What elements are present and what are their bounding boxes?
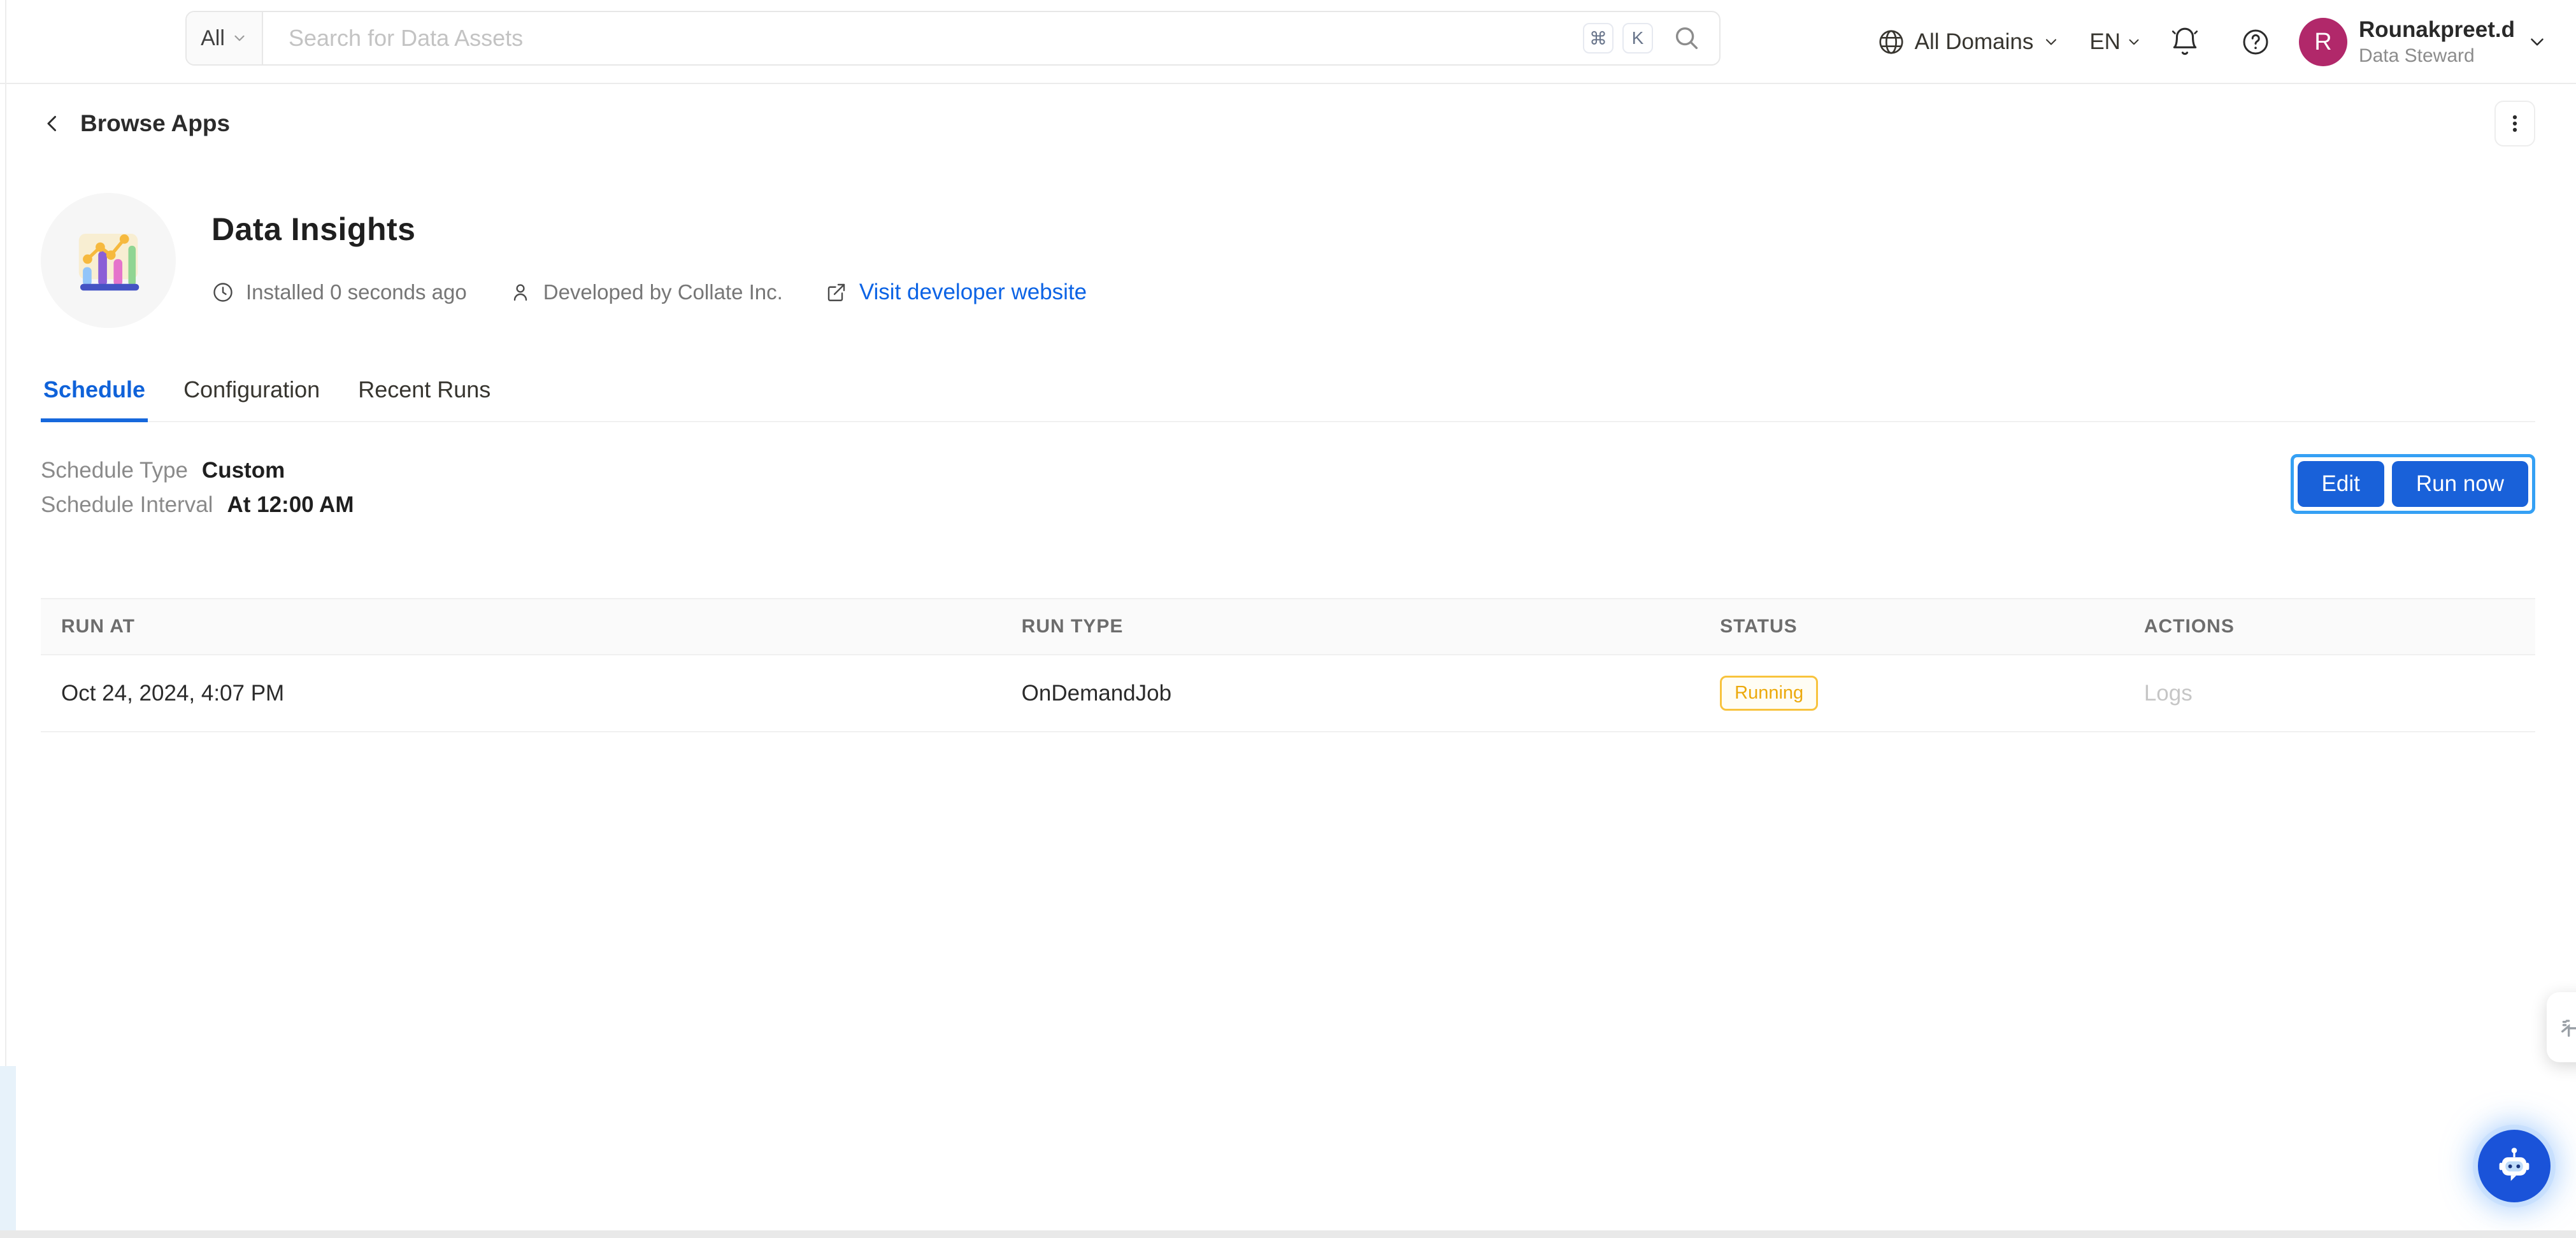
- developer-meta: Developed by Collate Inc.: [509, 280, 783, 304]
- page-title: Data Insights: [211, 211, 1087, 248]
- app-header: Data Insights Installed 0 seconds ago De…: [41, 193, 2535, 328]
- chat-bot-button[interactable]: [2478, 1130, 2551, 1202]
- header-actions: ACTIONS: [2124, 599, 2535, 655]
- cell-run-type: OnDemandJob: [1001, 655, 1699, 732]
- external-link-icon: [825, 281, 848, 304]
- avatar-initial: R: [2314, 29, 2331, 56]
- kebab-menu-icon: [2504, 113, 2526, 134]
- chart-app-icon: [68, 220, 148, 301]
- tab-recent-runs[interactable]: Recent Runs: [355, 367, 493, 422]
- table-row: Oct 24, 2024, 4:07 PM OnDemandJob Runnin…: [41, 655, 2535, 732]
- cmd-key-badge: ⌘: [1583, 23, 1614, 53]
- app-screen: All ⌘ K All Domains: [0, 0, 2576, 1238]
- tab-configuration[interactable]: Configuration: [181, 367, 322, 422]
- tab-bar: Schedule Configuration Recent Runs: [41, 367, 2535, 422]
- language-dropdown[interactable]: EN: [2089, 29, 2142, 55]
- cell-run-at: Oct 24, 2024, 4:07 PM: [41, 655, 1001, 732]
- schedule-interval-value: At 12:00 AM: [227, 492, 354, 518]
- edit-button[interactable]: Edit: [2298, 461, 2384, 507]
- helper-widget-icon: [2558, 1014, 2576, 1040]
- user-name: Rounakpreet.d: [2359, 17, 2515, 43]
- installed-meta: Installed 0 seconds ago: [211, 280, 467, 304]
- chevron-left-icon: [41, 112, 64, 135]
- schedule-type-label: Schedule Type: [41, 458, 188, 483]
- app-logo: [41, 193, 176, 328]
- k-key-badge: K: [1622, 23, 1653, 53]
- chevron-down-icon: [231, 30, 248, 46]
- collapsed-sidebar-border: [5, 0, 6, 1238]
- status-badge: Running: [1720, 676, 1818, 711]
- user-menu[interactable]: Rounakpreet.d Data Steward: [2359, 17, 2515, 68]
- user-role: Data Steward: [2359, 45, 2515, 68]
- website-link-label: Visit developer website: [859, 280, 1087, 305]
- navbar-right-cluster: All Domains EN: [1877, 0, 2548, 84]
- avatar[interactable]: R: [2299, 18, 2347, 66]
- table-header-row: RUN AT RUN TYPE STATUS ACTIONS: [41, 599, 2535, 655]
- schedule-type-line: Schedule Type Custom: [41, 458, 354, 483]
- global-search-bar: All ⌘ K: [185, 11, 1721, 66]
- domains-label: All Domains: [1915, 29, 2034, 55]
- tab-schedule[interactable]: Schedule: [41, 367, 148, 422]
- header-run-type: RUN TYPE: [1001, 599, 1699, 655]
- bottom-edge-bar: [0, 1230, 2576, 1238]
- back-label: Browse Apps: [80, 110, 230, 137]
- notifications-button[interactable]: [2169, 26, 2201, 58]
- bell-icon: [2169, 26, 2201, 58]
- chevron-down-icon: [2042, 33, 2060, 51]
- edge-helper-widget[interactable]: [2547, 992, 2576, 1062]
- chevron-down-icon[interactable]: [2526, 31, 2548, 53]
- cell-actions: Logs: [2124, 655, 2535, 732]
- chevron-down-icon: [2126, 34, 2142, 50]
- clock-icon: [211, 281, 234, 304]
- page-content: Browse Apps: [0, 99, 2576, 732]
- logs-link[interactable]: Logs: [2144, 681, 2193, 706]
- search-category-dropdown[interactable]: All: [187, 12, 263, 64]
- globe-icon: [1877, 27, 1906, 57]
- schedule-type-value: Custom: [202, 458, 285, 483]
- breadcrumb: Browse Apps: [41, 99, 2535, 148]
- back-to-browse-apps[interactable]: Browse Apps: [41, 110, 230, 137]
- developer-website-link[interactable]: Visit developer website: [825, 280, 1087, 305]
- header-status: STATUS: [1699, 599, 2124, 655]
- bottom-left-strip: [0, 1066, 16, 1230]
- cell-status: Running: [1699, 655, 2124, 732]
- help-icon: [2240, 27, 2271, 57]
- schedule-interval-line: Schedule Interval At 12:00 AM: [41, 492, 354, 518]
- person-icon: [509, 281, 532, 304]
- top-navbar: All ⌘ K All Domains: [0, 0, 2576, 84]
- header-run-at: RUN AT: [41, 599, 1001, 655]
- schedule-interval-label: Schedule Interval: [41, 492, 213, 518]
- help-button[interactable]: [2240, 27, 2271, 57]
- search-category-label: All: [201, 26, 225, 51]
- robot-icon: [2493, 1144, 2536, 1188]
- more-actions-button[interactable]: [2494, 101, 2535, 146]
- runs-table: RUN AT RUN TYPE STATUS ACTIONS Oct 24, 2…: [41, 598, 2535, 732]
- app-info: Data Insights Installed 0 seconds ago De…: [211, 193, 1087, 328]
- schedule-info: Schedule Type Custom Schedule Interval A…: [41, 458, 354, 527]
- search-icon[interactable]: [1672, 24, 1701, 53]
- schedule-actions: Edit Run now: [2291, 454, 2535, 514]
- run-now-button[interactable]: Run now: [2392, 461, 2528, 507]
- developer-text: Developed by Collate Inc.: [543, 280, 783, 304]
- domains-dropdown[interactable]: All Domains: [1877, 27, 2061, 57]
- app-meta: Installed 0 seconds ago Developed by Col…: [211, 280, 1087, 305]
- search-input[interactable]: [263, 12, 1583, 64]
- installed-text: Installed 0 seconds ago: [246, 280, 467, 304]
- schedule-section: Schedule Type Custom Schedule Interval A…: [41, 458, 2535, 527]
- language-label: EN: [2089, 29, 2121, 55]
